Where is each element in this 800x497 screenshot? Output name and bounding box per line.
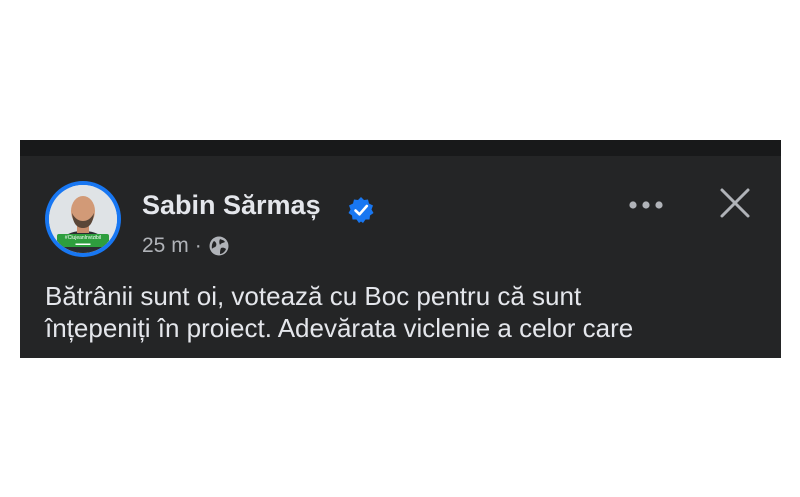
verified-badge-icon [348, 197, 374, 223]
more-options-icon[interactable] [623, 192, 669, 218]
post-text-line: Bătrânii sunt oi, votează cu Boc pentru … [45, 281, 582, 311]
avatar[interactable]: #ClujeanInvizibil ▬▬▬ [45, 181, 121, 257]
author-name[interactable]: Sabin Sărmaș [142, 190, 321, 221]
svg-text:▬▬▬: ▬▬▬ [76, 241, 91, 247]
globe-icon [209, 236, 229, 256]
post-meta: 25 m · [142, 234, 230, 258]
post-text: Bătrânii sunt oi, votează cu Boc pentru … [45, 280, 775, 344]
profile-photo-icon: #ClujeanInvizibil ▬▬▬ [49, 185, 117, 253]
close-icon[interactable] [716, 184, 754, 222]
post-text-line: înțepeniți în proiect. Adevărata vicleni… [45, 313, 634, 343]
meta-separator: · [194, 234, 202, 257]
top-strip [20, 140, 781, 156]
timestamp[interactable]: 25 m [142, 234, 189, 258]
post-card: #ClujeanInvizibil ▬▬▬ Sabin Sărmaș 25 m … [20, 140, 781, 358]
avatar-photo: #ClujeanInvizibil ▬▬▬ [49, 185, 117, 253]
